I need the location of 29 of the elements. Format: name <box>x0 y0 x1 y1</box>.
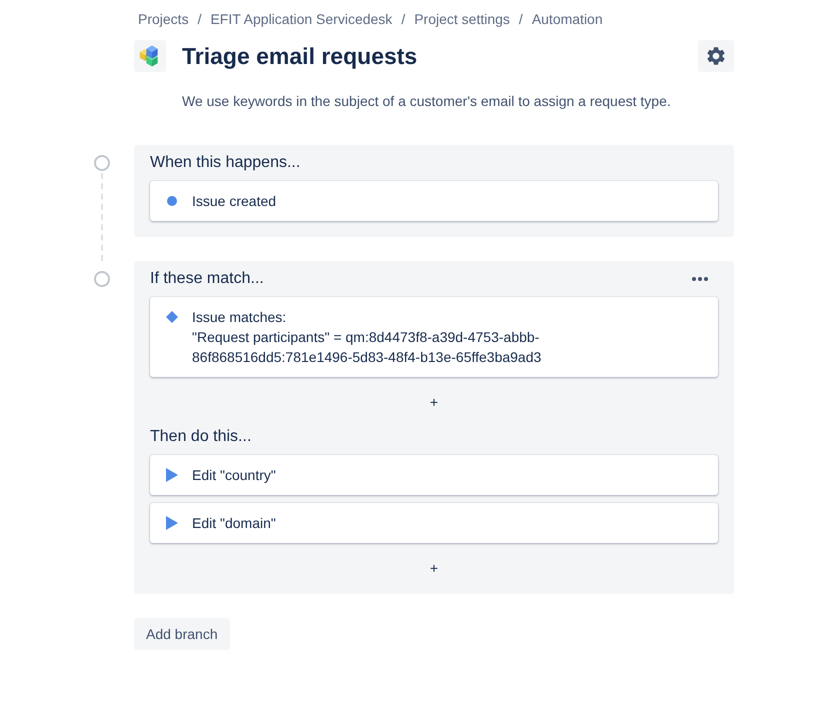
add-button[interactable]: + <box>424 558 444 578</box>
breadcrumb-link[interactable]: EFIT Application Servicedesk <box>210 9 392 29</box>
rule-title: Triage email requests <box>182 42 418 71</box>
action-card[interactable]: Edit "country" <box>150 455 718 495</box>
rule-description: We use keywords in the subject of a customer's email to assign a request type. <box>182 92 672 111</box>
settings-icon <box>705 45 727 67</box>
action-card[interactable]: Edit "domain" <box>150 503 718 543</box>
breadcrumb-separator: / <box>401 10 406 29</box>
play-icon <box>166 516 178 530</box>
dot-icon <box>166 196 178 206</box>
more-icon[interactable] <box>692 277 708 281</box>
add-button[interactable]: + <box>424 392 444 412</box>
breadcrumb-link[interactable]: Project settings <box>414 9 510 29</box>
condition-card[interactable]: Issue matches: "Request participants" = qm:8d4473f8-a39d-4753-abbb-86f868516dd5:781e1496-5d83-48f4-b13e-65ffe3ba9ad3 <box>150 297 718 377</box>
section-heading: Then do this... <box>150 427 252 447</box>
play-icon <box>166 468 178 482</box>
breadcrumb-separator: / <box>198 10 202 29</box>
section-heading: When this happens... <box>150 153 300 173</box>
trigger-card[interactable]: Issue created <box>150 181 718 221</box>
settings-button[interactable] <box>698 40 734 72</box>
breadcrumb-link[interactable]: Automation <box>532 9 603 29</box>
section-heading: If these match... <box>150 269 264 289</box>
cubes-icon <box>134 40 166 72</box>
step-circle-icon <box>94 271 110 287</box>
breadcrumb-link[interactable]: Projects <box>138 9 189 29</box>
add-branch-button[interactable]: Add branch <box>134 618 230 650</box>
step-circle-icon <box>94 155 110 171</box>
breadcrumb-separator: / <box>518 10 523 29</box>
diamond-icon <box>166 311 178 323</box>
